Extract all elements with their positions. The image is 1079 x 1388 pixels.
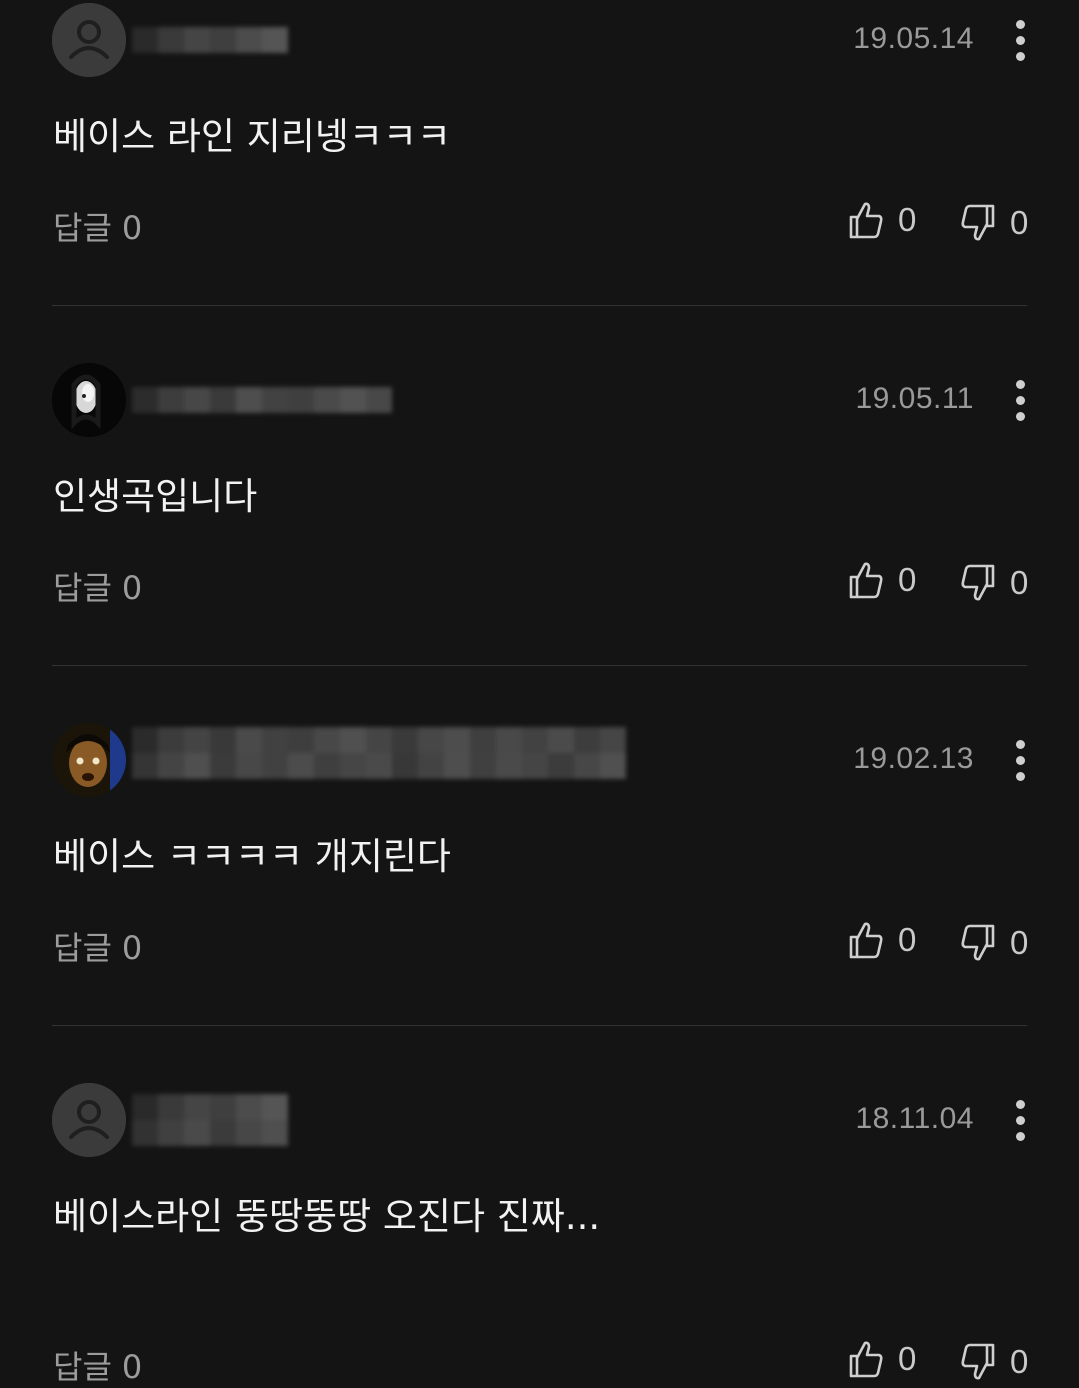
more-options-button[interactable]	[1005, 16, 1037, 64]
reply-count: 0	[121, 929, 143, 967]
divider	[52, 1025, 1027, 1026]
divider	[52, 305, 1027, 306]
comment-date: 18.11.04	[855, 1102, 974, 1135]
avatar[interactable]	[52, 3, 126, 77]
reply-button[interactable]: 답글 0	[53, 563, 142, 609]
username-redacted	[132, 727, 626, 779]
profile-photo	[52, 723, 126, 797]
reply-count: 0	[121, 209, 143, 247]
like-button[interactable]: 0	[848, 920, 916, 960]
reply-label: 답글	[53, 929, 112, 967]
comment-text: 베이스 라인 지리넹ㅋㅋㅋ	[53, 115, 451, 158]
like-count: 0	[898, 921, 917, 958]
default-person-icon	[52, 3, 126, 77]
comment-date: 19.05.14	[853, 22, 974, 55]
dislike-button[interactable]: 0	[960, 563, 1028, 603]
reply-label: 답글	[53, 1348, 112, 1386]
default-person-icon	[52, 1083, 126, 1157]
reply-count: 0	[121, 1348, 143, 1386]
reply-button[interactable]: 답글 0	[53, 1342, 142, 1388]
dislike-button[interactable]: 0	[960, 923, 1028, 963]
avatar[interactable]	[52, 723, 126, 797]
avatar[interactable]	[52, 363, 126, 437]
like-button[interactable]: 0	[848, 1339, 916, 1379]
like-button[interactable]: 0	[848, 560, 916, 600]
thumbs-down-icon	[961, 204, 995, 241]
comment-text: 베이스 ㅋㅋㅋㅋ 개지린다	[53, 835, 451, 878]
reply-label: 답글	[53, 569, 112, 607]
username-redacted	[132, 15, 288, 65]
comment-text: 베이스라인 뚱땅뚱땅 오진다 진짜...	[53, 1195, 601, 1238]
username-redacted	[132, 1094, 288, 1146]
more-options-button[interactable]	[1005, 376, 1037, 424]
thumbs-up-icon	[849, 562, 883, 599]
like-button[interactable]: 0	[848, 200, 916, 240]
reply-label: 답글	[53, 209, 112, 247]
comment-date: 19.05.11	[855, 382, 974, 415]
dislike-count: 0	[1010, 924, 1029, 961]
dislike-button[interactable]: 0	[960, 1342, 1028, 1382]
like-count: 0	[898, 561, 917, 598]
more-options-button[interactable]	[1005, 1096, 1037, 1144]
comment-text: 인생곡입니다	[53, 475, 258, 518]
like-count: 0	[898, 1340, 917, 1377]
reply-button[interactable]: 답글 0	[53, 203, 142, 249]
thumbs-down-icon	[961, 924, 995, 961]
profile-photo	[52, 363, 126, 437]
divider	[52, 665, 1027, 666]
dislike-count: 0	[1010, 1343, 1029, 1380]
reply-count: 0	[121, 569, 143, 607]
username-redacted	[132, 375, 394, 425]
avatar[interactable]	[52, 1083, 126, 1157]
reply-button[interactable]: 답글 0	[53, 923, 142, 969]
thumbs-up-icon	[849, 202, 883, 239]
more-options-button[interactable]	[1005, 736, 1037, 784]
dislike-count: 0	[1010, 204, 1029, 241]
thumbs-up-icon	[849, 1341, 883, 1378]
comment-date: 19.02.13	[853, 742, 974, 775]
thumbs-down-icon	[961, 1343, 995, 1380]
thumbs-down-icon	[961, 564, 995, 601]
like-count: 0	[898, 201, 917, 238]
dislike-count: 0	[1010, 564, 1029, 601]
thumbs-up-icon	[849, 922, 883, 959]
dislike-button[interactable]: 0	[960, 203, 1028, 243]
